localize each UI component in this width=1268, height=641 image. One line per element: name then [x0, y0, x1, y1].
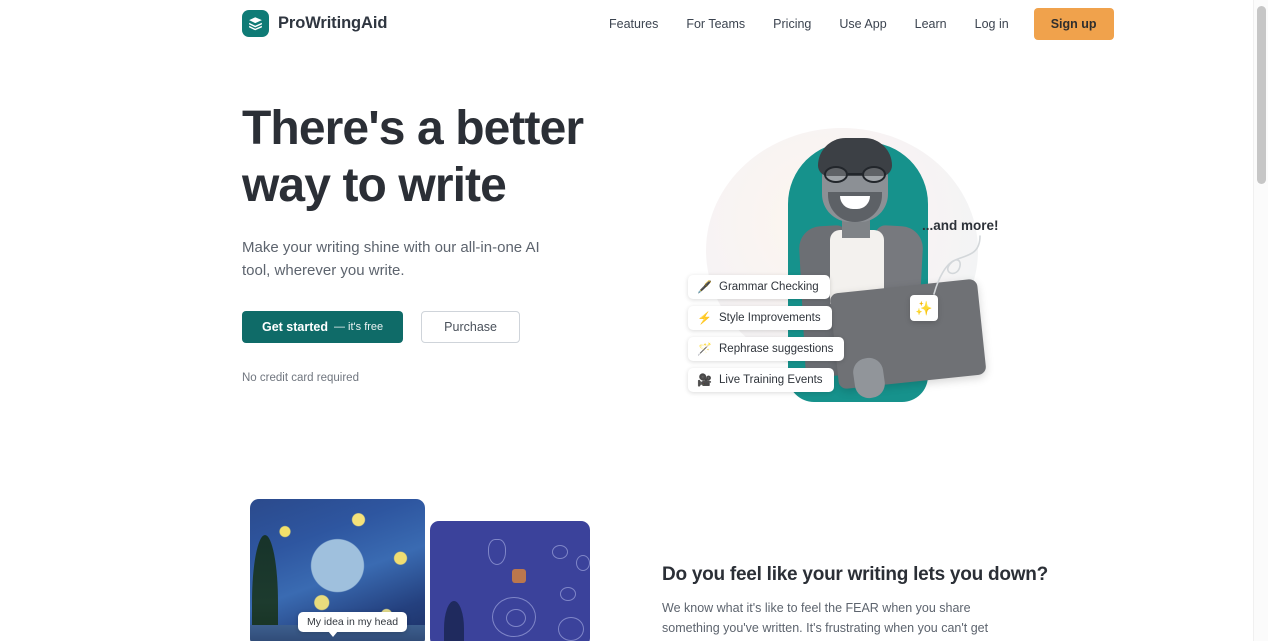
nav-learn[interactable]: Learn [901, 11, 961, 37]
nav-use-app[interactable]: Use App [825, 11, 900, 37]
paint-swirl [506, 609, 526, 627]
brand-name: ProWritingAid [278, 14, 388, 32]
and-more-label: ...and more! [922, 218, 999, 233]
feature-label: Grammar Checking [719, 281, 819, 293]
hero-actions: Get started — it's free Purchase [242, 311, 642, 343]
paint-dab [576, 555, 590, 571]
nav-for-teams[interactable]: For Teams [672, 11, 759, 37]
feature-label: Rephrase suggestions [719, 343, 834, 355]
get-started-button[interactable]: Get started — it's free [242, 311, 404, 343]
nav-log-in[interactable]: Log in [961, 11, 1023, 37]
sun-shape [512, 569, 526, 583]
idea-tooltip: My idea in my head [298, 612, 408, 637]
feature-label: Style Improvements [719, 312, 821, 324]
main-navigation: Features For Teams Pricing Use App Learn… [595, 0, 1114, 48]
simplified-painting-image [430, 521, 590, 641]
brand-logo[interactable]: ProWritingAid [242, 10, 387, 37]
purchase-button[interactable]: Purchase [421, 311, 520, 343]
get-started-suffix: — it's free [334, 321, 384, 333]
hero-title-line-2: way to write [242, 159, 507, 212]
nav-features[interactable]: Features [595, 11, 672, 37]
lower-copy: Do you feel like your writing lets you d… [662, 564, 1048, 641]
hero-title-line-1: There's a better [242, 102, 584, 155]
movie-camera-icon: 🎥 [697, 373, 712, 387]
feature-pill-list: 🖋️ Grammar Checking ⚡ Style Improvements… [688, 275, 845, 392]
site-header: ProWritingAid Features For Teams Pricing… [0, 0, 1253, 48]
lower-section-body: We know what it's like to feel the FEAR … [662, 601, 989, 635]
magic-wand-icon: 🪄 [697, 342, 712, 356]
no-credit-card-note: No credit card required [242, 372, 359, 384]
hero-subtitle: Make your writing shine with our all-in-… [242, 239, 540, 279]
artwork-collage: My idea in my head [250, 499, 590, 641]
feature-pill-rephrase-suggestions[interactable]: 🪄 Rephrase suggestions [688, 337, 845, 361]
glasses-icon [824, 166, 886, 183]
paint-swirl [558, 617, 584, 641]
hero-copy: There's a better way to write Make your … [242, 100, 642, 384]
hero-illustration: ✨ ...and more! 🖋️ Grammar Checking ⚡ Sty… [660, 106, 1020, 436]
hero-title: There's a better way to write [242, 100, 642, 214]
feature-pill-live-training-events[interactable]: 🎥 Live Training Events [688, 368, 834, 392]
lower-section: My idea in my head Do you feel like your… [0, 488, 1253, 641]
feature-pill-grammar-checking[interactable]: 🖋️ Grammar Checking [688, 275, 830, 299]
sign-up-button[interactable]: Sign up [1033, 8, 1114, 40]
lightning-icon: ⚡ [697, 311, 712, 325]
hero-section: There's a better way to write Make your … [0, 48, 1253, 488]
feature-pill-style-improvements[interactable]: ⚡ Style Improvements [688, 306, 832, 330]
paint-dab [552, 545, 568, 559]
curved-arrow-icon [933, 235, 981, 295]
nav-pricing[interactable]: Pricing [759, 11, 825, 37]
page-root: ProWritingAid Features For Teams Pricing… [0, 0, 1268, 641]
pen-icon: 🖋️ [697, 280, 712, 294]
get-started-label: Get started [262, 320, 328, 334]
scrollbar-thumb[interactable] [1257, 6, 1266, 184]
page-viewport: ProWritingAid Features For Teams Pricing… [0, 0, 1253, 641]
paint-dab [560, 587, 576, 601]
feature-label: Live Training Events [719, 374, 823, 386]
book-logo-icon [242, 10, 269, 37]
paint-dab [488, 539, 506, 565]
cypress-tree-simple [444, 601, 464, 641]
page-scrollbar[interactable] [1253, 0, 1268, 641]
lower-section-title: Do you feel like your writing lets you d… [662, 564, 1048, 585]
